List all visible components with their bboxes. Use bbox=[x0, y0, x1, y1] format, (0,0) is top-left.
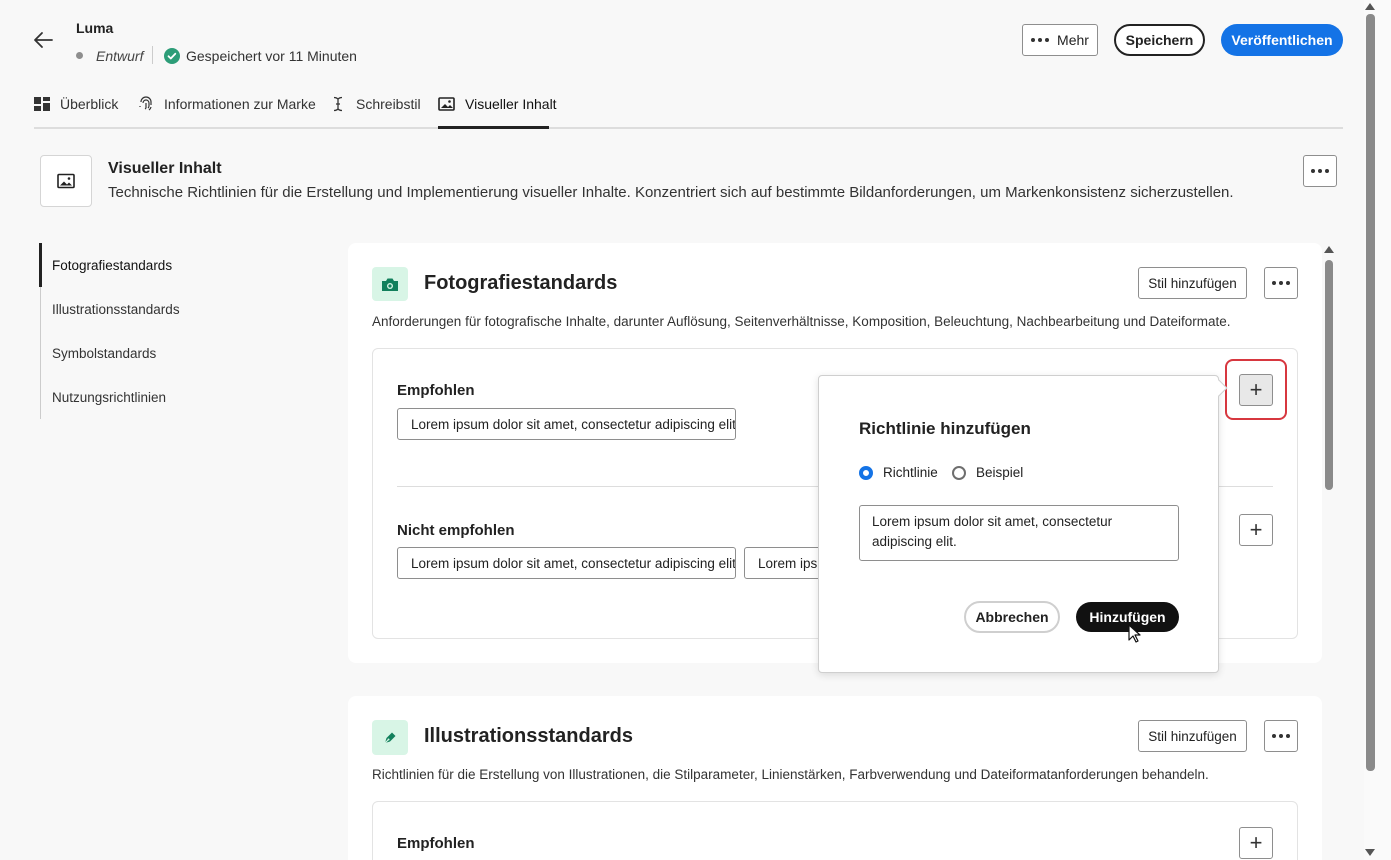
more-icon bbox=[1311, 169, 1329, 173]
section-description: Technische Richtlinien für die Erstellun… bbox=[108, 184, 1234, 201]
save-button[interactable]: Speichern bbox=[1114, 24, 1205, 56]
page-title: Luma bbox=[76, 20, 114, 36]
sidenav-item-photography[interactable]: Fotografiestandards bbox=[52, 258, 172, 273]
section-more-button[interactable] bbox=[1303, 155, 1337, 187]
tab-writing-style[interactable]: Schreibstil bbox=[330, 94, 421, 128]
tab-label: Visueller Inhalt bbox=[465, 96, 557, 112]
radio-guideline-label: Richtlinie bbox=[883, 465, 938, 480]
section-title: Visueller Inhalt bbox=[108, 160, 222, 177]
add-style-label: Stil hinzufügen bbox=[1148, 728, 1237, 744]
publish-button[interactable]: Veröffentlichen bbox=[1221, 24, 1343, 56]
pen-icon bbox=[372, 720, 408, 755]
illustration-description: Richtlinien für die Erstellung von Illus… bbox=[372, 767, 1209, 782]
add-not-recommended-button[interactable]: + bbox=[1239, 514, 1273, 546]
add-label: Hinzufügen bbox=[1089, 609, 1166, 625]
plus-icon: + bbox=[1249, 377, 1263, 402]
more-button[interactable]: Mehr bbox=[1022, 24, 1098, 56]
add-style-button[interactable]: Stil hinzufügen bbox=[1138, 267, 1247, 299]
window-scrollbar-thumb[interactable] bbox=[1366, 14, 1375, 771]
more-icon bbox=[1272, 281, 1290, 285]
recommended-item[interactable]: Lorem ipsum dolor sit amet, consectetur … bbox=[397, 408, 736, 440]
sidenav-item-usage[interactable]: Nutzungsrichtlinien bbox=[52, 390, 166, 405]
publish-label: Veröffentlichen bbox=[1231, 32, 1333, 48]
add-illustration-recommended-button[interactable]: + bbox=[1239, 827, 1273, 859]
camera-icon bbox=[372, 267, 408, 301]
radio-checked-icon bbox=[859, 465, 873, 480]
more-icon bbox=[1272, 734, 1290, 738]
add-recommended-button[interactable]: + bbox=[1239, 374, 1273, 406]
sidenav-active-indicator bbox=[39, 243, 42, 287]
add-style-label: Stil hinzufügen bbox=[1148, 275, 1237, 291]
not-recommended-heading: Nicht empfohlen bbox=[397, 522, 515, 539]
illustration-title: Illustrationsstandards bbox=[424, 725, 633, 747]
radio-unchecked-icon bbox=[952, 465, 966, 480]
back-button[interactable] bbox=[30, 28, 58, 52]
add-style-button[interactable]: Stil hinzufügen bbox=[1138, 720, 1247, 752]
illustration-guidelines-panel bbox=[372, 801, 1298, 860]
radio-guideline[interactable]: Richtlinie bbox=[859, 465, 938, 480]
more-icon bbox=[1031, 38, 1050, 42]
tab-label: Überblick bbox=[60, 96, 119, 112]
content-scroll-up[interactable] bbox=[1324, 246, 1334, 253]
not-recommended-item[interactable]: Lorem ipsum dolor sit amet, consectetur … bbox=[397, 547, 736, 579]
illustration-recommended-heading: Empfohlen bbox=[397, 835, 475, 852]
content-scrollbar-thumb[interactable] bbox=[1325, 260, 1333, 490]
add-guideline-dialog: Richtlinie hinzufügen Richtlinie Beispie… bbox=[818, 375, 1228, 673]
photography-title: Fotografiestandards bbox=[424, 272, 618, 294]
guideline-textarea[interactable]: Lorem ipsum dolor sit amet, consectetur … bbox=[859, 505, 1179, 561]
tab-brand-info[interactable]: Informationen zur Marke bbox=[138, 94, 316, 128]
dialog-title: Richtlinie hinzufügen bbox=[859, 419, 1031, 438]
cancel-button[interactable]: Abbrechen bbox=[964, 601, 1060, 633]
more-label: Mehr bbox=[1057, 32, 1089, 48]
sidenav-item-illustration[interactable]: Illustrationsstandards bbox=[52, 302, 180, 317]
cancel-label: Abbrechen bbox=[975, 609, 1049, 625]
tab-active-indicator bbox=[438, 126, 549, 129]
tabs-baseline bbox=[34, 127, 1343, 129]
tab-label: Schreibstil bbox=[356, 96, 421, 112]
status-label: Entwurf bbox=[96, 48, 144, 64]
arrow-left-icon bbox=[34, 32, 53, 48]
tab-overview[interactable]: Überblick bbox=[34, 94, 118, 128]
photography-description: Anforderungen für fotografische Inhalte,… bbox=[372, 314, 1231, 329]
tab-label: Informationen zur Marke bbox=[164, 96, 316, 112]
illustration-more-button[interactable] bbox=[1264, 720, 1298, 752]
window-scroll-up[interactable] bbox=[1365, 3, 1375, 10]
radio-example-label: Beispiel bbox=[976, 465, 1024, 480]
mouse-cursor-icon bbox=[1128, 624, 1141, 643]
tab-visual-content[interactable]: Visueller Inhalt bbox=[438, 94, 557, 128]
window-scroll-down[interactable] bbox=[1365, 849, 1375, 856]
radio-example[interactable]: Beispiel bbox=[952, 465, 1023, 480]
section-icon-box bbox=[40, 155, 92, 207]
check-circle-icon bbox=[164, 48, 180, 64]
recommended-heading: Empfohlen bbox=[397, 382, 475, 399]
text-cursor-icon bbox=[333, 96, 343, 112]
divider bbox=[152, 46, 153, 64]
fingerprint-icon bbox=[139, 96, 152, 111]
dashboard-icon bbox=[34, 97, 50, 111]
sidenav-item-icons[interactable]: Symbolstandards bbox=[52, 346, 156, 361]
image-icon bbox=[57, 173, 75, 189]
status-dot bbox=[76, 52, 83, 59]
image-icon bbox=[438, 97, 455, 111]
plus-icon: + bbox=[1249, 830, 1263, 855]
plus-icon: + bbox=[1249, 517, 1263, 542]
saved-timestamp: Gespeichert vor 11 Minuten bbox=[186, 48, 357, 64]
photography-more-button[interactable] bbox=[1264, 267, 1298, 299]
save-label: Speichern bbox=[1125, 32, 1194, 48]
